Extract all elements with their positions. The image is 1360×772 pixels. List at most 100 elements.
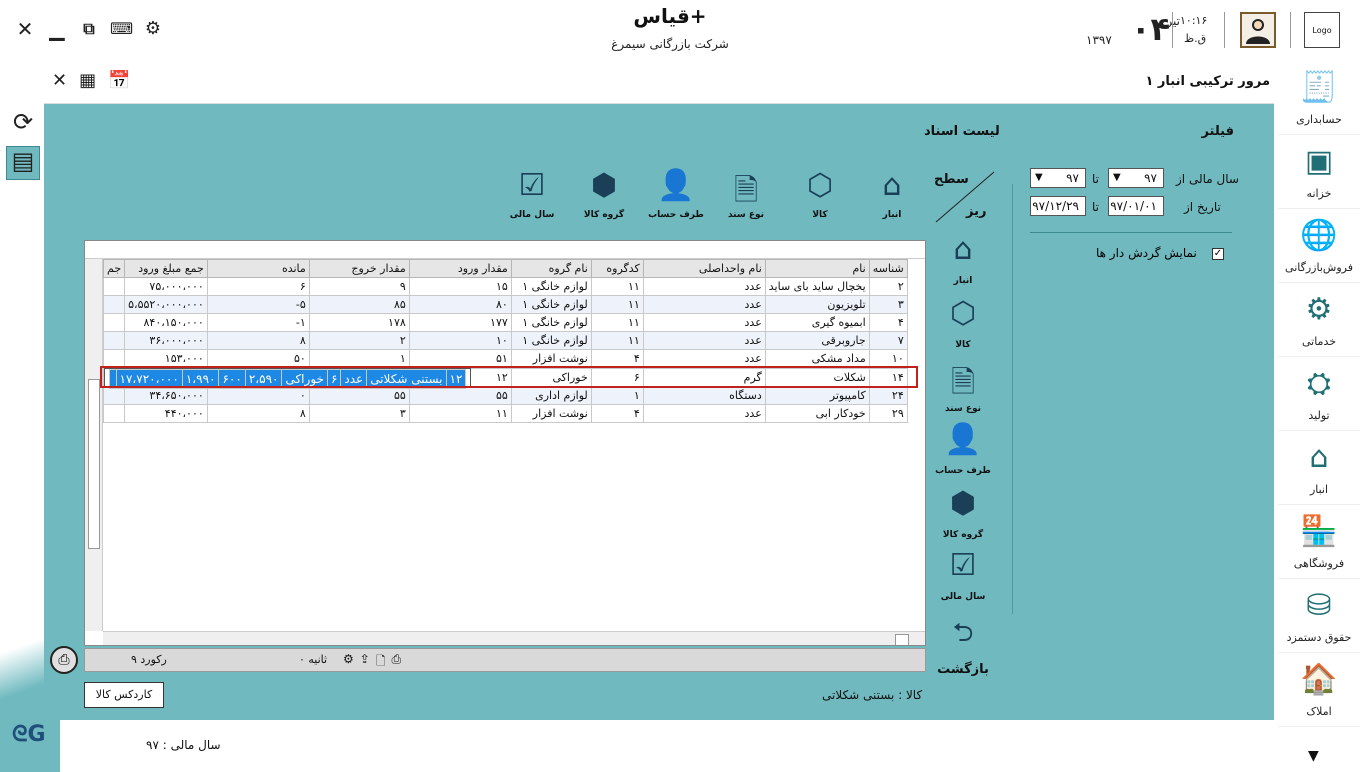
gear-icon[interactable]: ⚙ bbox=[142, 18, 164, 40]
date-to-input[interactable]: ۹۷/۱۲/۲۹ bbox=[1030, 196, 1086, 216]
layout-icon[interactable]: ▤ bbox=[6, 146, 40, 180]
sidebar-item-accounting[interactable]: 🧾 حسابداری bbox=[1278, 62, 1360, 135]
column-header[interactable]: کدگروه bbox=[590, 259, 644, 278]
sidebar-item-services[interactable]: ⚙ خدماتی bbox=[1278, 284, 1360, 357]
pdf-icon[interactable]: 🗋 bbox=[376, 652, 386, 673]
level-top-fiscal-year[interactable]: ☑ سال مالی bbox=[504, 168, 560, 221]
sidebar-item-warehouse[interactable]: ⌂ انبار bbox=[1278, 432, 1360, 505]
table-cell: بستنی شکلاتی bbox=[366, 369, 447, 389]
scroll-thumb[interactable] bbox=[88, 379, 100, 549]
restore-icon[interactable]: ⧉ bbox=[78, 18, 100, 40]
column-header[interactable]: نام گروه bbox=[510, 259, 592, 278]
refresh-icon[interactable]: ⟳ bbox=[8, 108, 38, 138]
docs-title: لیست اسناد bbox=[924, 124, 1000, 139]
production-icon: ⛭ bbox=[1307, 366, 1331, 401]
clock-period: ق.ظ bbox=[1184, 32, 1207, 45]
level-side-goods[interactable]: ⬡ کالا bbox=[932, 296, 994, 351]
accounting-icon: 🧾 bbox=[1300, 70, 1338, 105]
grid-table: جم جمع مبلغ ورود مانده مقدار خروج مقدار ورود… bbox=[102, 259, 908, 423]
horizontal-scrollbar[interactable] bbox=[103, 631, 925, 645]
table-row[interactable]: ۳۶،۰۰۰،۰۰۰ ۸ ۲ ۱۰ لوازم خانگی ۱ ۱۱ عدد جاروبرقی… bbox=[102, 331, 908, 350]
export-icon[interactable]: ⇪ bbox=[360, 652, 370, 673]
level-detail-label: ریز bbox=[966, 204, 987, 219]
table-row[interactable]: ۱۷،۷۲۰،۰۰۰ ۱،۹۹۰ ۶۰۰ ۲،۵۹۰ خوراکی ۶ عدد بستنی ش… bbox=[103, 368, 472, 389]
table-row[interactable]: ۳۴،۶۵۰،۰۰۰ ۰ ۵۵ ۵۵ لوازم اداری ۱ دستگاه کامپیوت… bbox=[102, 386, 908, 405]
sidebar-item-property[interactable]: 🏠 املاک bbox=[1278, 654, 1360, 727]
level-side-warehouse[interactable]: ⌂ انبار bbox=[932, 232, 994, 287]
level-top-warehouse[interactable]: ⌂ انبار bbox=[864, 168, 920, 221]
table-row[interactable]: ۴۴۰،۰۰۰ ۸ ۳ ۱۱ نوشت افزار ۴ عدد خودکار ابی ۲۹ bbox=[102, 404, 908, 423]
column-header[interactable]: نام bbox=[764, 259, 870, 278]
show-circulated-checkbox[interactable]: ✓ bbox=[1212, 248, 1224, 260]
column-header[interactable]: مقدار خروج bbox=[308, 259, 410, 278]
table-cell: عدد bbox=[642, 349, 766, 368]
title-bar: ✕ ▁ ⧉ ⌨ ⚙ قیاس+ شرکت بازرگانی سیمرغ تیر … bbox=[0, 0, 1360, 62]
column-header[interactable]: مانده bbox=[206, 259, 310, 278]
table-cell: عدد bbox=[642, 404, 766, 423]
keyboard-icon[interactable]: ⌨ bbox=[110, 18, 133, 40]
level-side-doc-type[interactable]: 🗎 نوع سند bbox=[932, 360, 994, 415]
table-cell bbox=[102, 349, 126, 368]
table-row[interactable]: ۵،۵۵۲۰،۰۰۰،۰۰۰ -۵ ۸۵ ۸۰ لوازم خانگی ۱ ۱۱ عدد تل… bbox=[102, 295, 908, 314]
level-top-goods-group[interactable]: ⬢ گروه کالا bbox=[576, 168, 632, 221]
kardex-button[interactable]: کاردکس کالا bbox=[84, 682, 164, 708]
safe-icon: ▣ bbox=[1304, 144, 1334, 179]
table-cell: ۱۵ bbox=[408, 277, 512, 296]
table-cell: ۲۴ bbox=[868, 386, 908, 405]
print-icon[interactable]: ⎙ bbox=[391, 652, 401, 673]
table-row[interactable]: ۷۵،۰۰۰،۰۰۰ ۶ ۹ ۱۵ لوازم خانگی ۱ ۱۱ عدد یخچال سا… bbox=[102, 277, 908, 296]
gear-icon[interactable]: ⚙ bbox=[343, 652, 354, 673]
table-cell: لوازم خانگی ۱ bbox=[510, 313, 592, 332]
sidebar-item-treasury[interactable]: ▣ خزانه bbox=[1278, 136, 1360, 209]
table-cell: ۸ bbox=[206, 404, 310, 423]
user-avatar[interactable] bbox=[1240, 12, 1276, 48]
chevron-down-icon[interactable]: ▼ bbox=[1308, 748, 1319, 764]
level-top-goods[interactable]: ⬡ کالا bbox=[792, 168, 848, 221]
sidebar-item-production[interactable]: ⛭ تولید bbox=[1278, 358, 1360, 431]
table-cell: -۱ bbox=[206, 313, 310, 332]
close-tab-icon[interactable]: ✕ bbox=[52, 70, 67, 91]
close-icon[interactable]: ✕ bbox=[14, 18, 36, 40]
sidebar-item-payroll[interactable]: ⛁ حقوق دستمزد bbox=[1278, 580, 1360, 653]
table-cell: یخچال ساید بای ساید bbox=[764, 277, 870, 296]
table-row[interactable]: ۱۵۳،۰۰۰ ۵۰ ۱ ۵۱ نوشت افزار ۴ عدد مداد مشکی ۱۰ bbox=[102, 349, 908, 368]
fiscal-to-select[interactable]: ▼ ۹۷ bbox=[1030, 168, 1086, 188]
column-header[interactable]: جم bbox=[102, 259, 126, 278]
table-cell: ۱۷،۷۲۰،۰۰۰ bbox=[115, 369, 183, 389]
calendar-icon[interactable]: 📅 bbox=[108, 70, 130, 91]
back-button[interactable]: ⮌ بازگشت bbox=[932, 614, 994, 677]
table-cell bbox=[102, 404, 126, 423]
person-icon: 👤 bbox=[657, 168, 695, 203]
calculator-icon[interactable]: ▦ bbox=[79, 70, 96, 91]
date-label: تاریخ از bbox=[1184, 200, 1221, 214]
divider bbox=[1290, 12, 1291, 48]
sidebar-item-sales[interactable]: 🌐 فروش‌بازرگانی bbox=[1278, 210, 1360, 283]
level-side-fiscal-year[interactable]: ☑ سال مالی bbox=[932, 548, 994, 603]
table-cell: ۱۲ bbox=[445, 369, 467, 389]
sidebar-item-store[interactable]: 🏪 فروشگاهی bbox=[1278, 506, 1360, 579]
table-cell: ۱۱ bbox=[408, 404, 512, 423]
level-top-doc-type[interactable]: 🗎 نوع سند bbox=[718, 168, 774, 221]
table-row[interactable]: ۸۴۰،۱۵۰،۰۰۰ -۱ ۱۷۸ ۱۷۷ لوازم خانگی ۱ ۱۱ عدد ابم… bbox=[102, 313, 908, 332]
table-cell: ۱۴ bbox=[868, 368, 908, 387]
table-cell: ۴ bbox=[590, 404, 644, 423]
column-header[interactable]: جمع مبلغ ورود bbox=[124, 259, 208, 278]
column-header[interactable]: نام واحداصلی bbox=[642, 259, 766, 278]
fiscal-from-select[interactable]: ▼ ۹۷ bbox=[1108, 168, 1164, 188]
print-icon[interactable]: ⎙ bbox=[50, 646, 78, 674]
minimize-icon[interactable]: ▁ bbox=[46, 18, 68, 40]
level-side-goods-group[interactable]: ⬢ گروه کالا bbox=[932, 486, 994, 541]
table-cell: عدد bbox=[642, 313, 766, 332]
table-cell: ۴۴۰،۰۰۰ bbox=[124, 404, 208, 423]
app-title: قیاس+ bbox=[633, 4, 707, 28]
scroll-thumb[interactable] bbox=[895, 634, 909, 645]
date-to-label: تا bbox=[1092, 200, 1099, 214]
column-header[interactable]: شناسه bbox=[868, 259, 908, 278]
column-header[interactable]: مقدار ورود bbox=[408, 259, 512, 278]
date-display: تیر ۰۴ ۱۳۹۷ ۱۰:۱۶ ق.ظ bbox=[1080, 10, 1230, 50]
level-top-party[interactable]: 👤 طرف حساب bbox=[648, 168, 704, 221]
date-from-input[interactable]: ۹۷/۰۱/۰۱ bbox=[1108, 196, 1164, 216]
vertical-scrollbar[interactable] bbox=[85, 259, 103, 631]
table-cell bbox=[108, 369, 117, 389]
level-side-party[interactable]: 👤 طرف حساب bbox=[932, 422, 994, 477]
